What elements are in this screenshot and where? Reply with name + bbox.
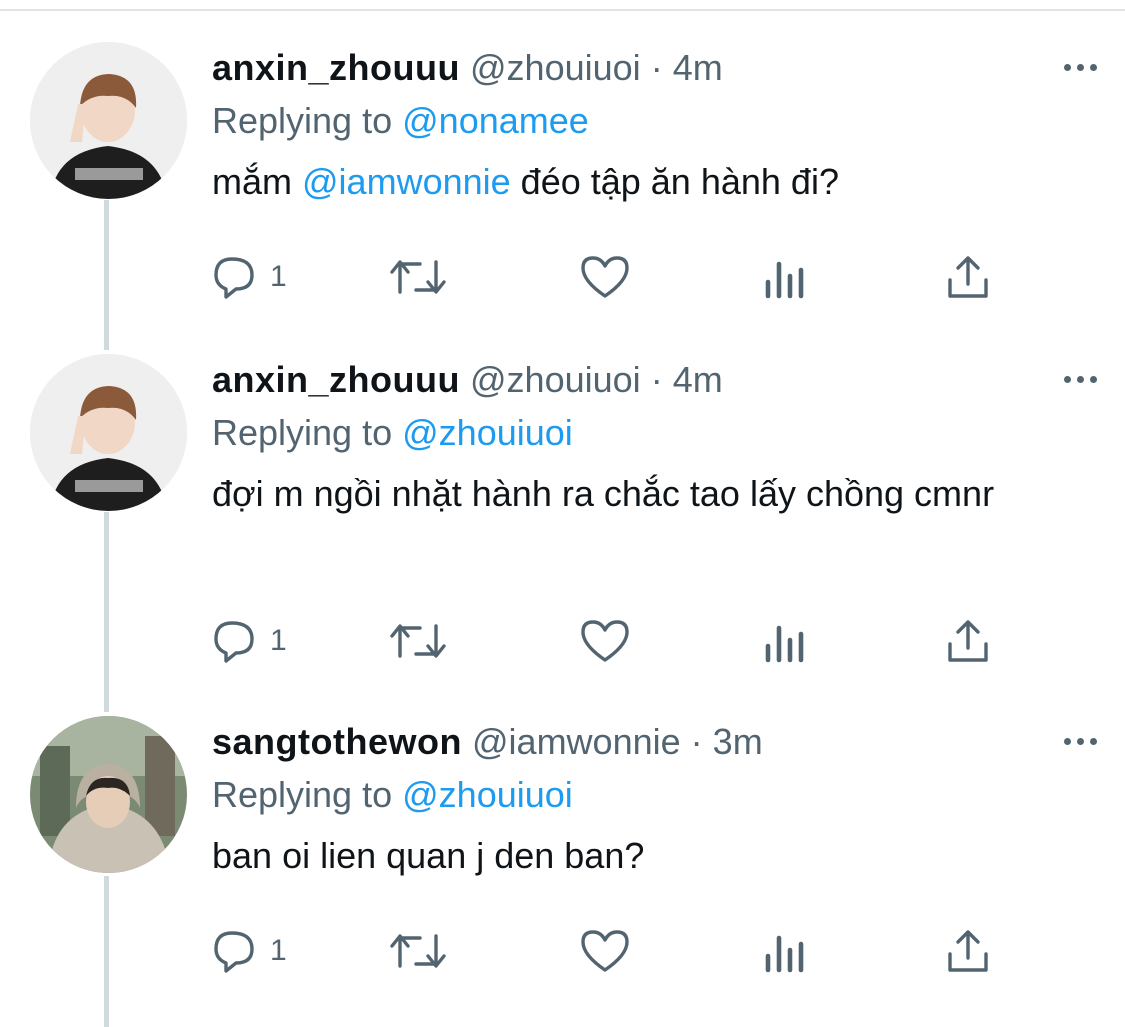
share-button[interactable] xyxy=(945,618,991,664)
reply-button[interactable]: 1 xyxy=(212,254,287,300)
display-name[interactable]: anxin_zhouuu xyxy=(212,47,460,88)
reply-count: 1 xyxy=(270,260,287,293)
retweet-button[interactable] xyxy=(388,928,448,974)
avatar[interactable] xyxy=(30,716,187,873)
tweet-header: sangtothewon @iamwonnie · 3m xyxy=(212,716,763,768)
timestamp[interactable]: 4m xyxy=(673,359,723,400)
display-name[interactable]: sangtothewon xyxy=(212,721,462,762)
replying-to: Replying to @zhouiuoi xyxy=(212,407,573,459)
action-bar: 1 xyxy=(212,618,1012,668)
share-icon xyxy=(948,620,988,662)
like-icon xyxy=(581,256,629,298)
retweet-icon xyxy=(390,934,446,968)
more-icon[interactable] xyxy=(1064,64,1097,71)
avatar-photo-icon xyxy=(30,42,187,199)
replying-label: Replying to xyxy=(212,100,393,141)
replying-to: Replying to @zhouiuoi xyxy=(212,769,573,821)
reply-count: 1 xyxy=(270,624,287,657)
tweet-text-part: đéo tập ăn hành đi? xyxy=(520,161,839,202)
replying-to-mention[interactable]: @zhouiuoi xyxy=(402,412,573,453)
separator: · xyxy=(690,721,703,762)
display-name[interactable]: anxin_zhouuu xyxy=(212,359,460,400)
reply-button[interactable]: 1 xyxy=(212,618,287,664)
tweet-text: đợi m ngồi nhặt hành ra chắc tao lấy chồ… xyxy=(212,473,995,514)
retweet-button[interactable] xyxy=(388,618,448,664)
tweet-header: anxin_zhouuu @zhouiuoi · 4m xyxy=(212,354,723,406)
more-icon[interactable] xyxy=(1064,376,1097,383)
action-bar: 1 xyxy=(212,928,1012,978)
tweet-text: ban oi lien quan j den ban? xyxy=(212,835,645,876)
like-button[interactable] xyxy=(580,254,630,300)
analytics-icon xyxy=(765,625,804,663)
replying-to-mention[interactable]: @nonamee xyxy=(402,100,589,141)
like-icon xyxy=(581,930,629,972)
handle[interactable]: @zhouiuoi xyxy=(470,47,641,88)
retweet-button[interactable] xyxy=(388,254,448,300)
tweet-text: mắm @iamwonnie đéo tập ăn hành đi? xyxy=(212,155,1082,209)
tweet[interactable]: anxin_zhouuu @zhouiuoi · 4m Replying to … xyxy=(0,340,1125,700)
more-icon[interactable] xyxy=(1064,738,1097,745)
like-icon xyxy=(581,620,629,662)
avatar-photo-icon xyxy=(30,716,187,873)
replying-to-mention[interactable]: @zhouiuoi xyxy=(402,774,573,815)
replying-to: Replying to @nonamee xyxy=(212,95,589,147)
avatar-photo-icon xyxy=(30,354,187,511)
analytics-button[interactable] xyxy=(762,254,806,300)
analytics-icon xyxy=(765,935,804,973)
retweet-icon xyxy=(390,624,446,658)
like-button[interactable] xyxy=(580,618,630,664)
share-icon xyxy=(948,256,988,298)
replying-label: Replying to xyxy=(212,412,393,453)
analytics-button[interactable] xyxy=(762,928,806,974)
timestamp[interactable]: 4m xyxy=(673,47,723,88)
share-button[interactable] xyxy=(945,928,991,974)
separator: · xyxy=(650,359,663,400)
reply-icon xyxy=(214,931,254,973)
tweet[interactable]: sangtothewon @iamwonnie · 3m Replying to… xyxy=(0,700,1125,1027)
tweet[interactable]: anxin_zhouuu @zhouiuoi · 4m Replying to … xyxy=(0,0,1125,340)
reply-button[interactable]: 1 xyxy=(212,928,287,974)
reply-icon xyxy=(214,621,254,663)
share-button[interactable] xyxy=(945,254,991,300)
avatar[interactable] xyxy=(30,354,187,511)
share-icon xyxy=(948,930,988,972)
analytics-icon xyxy=(765,261,804,299)
reply-icon xyxy=(214,257,254,299)
tweet-text-part: mắm xyxy=(212,161,292,202)
reply-count: 1 xyxy=(270,934,287,967)
handle[interactable]: @zhouiuoi xyxy=(470,359,641,400)
retweet-icon xyxy=(390,260,446,294)
avatar[interactable] xyxy=(30,42,187,199)
timestamp[interactable]: 3m xyxy=(713,721,763,762)
tweet-header: anxin_zhouuu @zhouiuoi · 4m xyxy=(212,42,723,94)
action-bar: 1 xyxy=(212,254,1012,304)
analytics-button[interactable] xyxy=(762,618,806,664)
handle[interactable]: @iamwonnie xyxy=(472,721,681,762)
like-button[interactable] xyxy=(580,928,630,974)
separator: · xyxy=(650,47,663,88)
mention-link[interactable]: @iamwonnie xyxy=(302,161,511,202)
replying-label: Replying to xyxy=(212,774,393,815)
